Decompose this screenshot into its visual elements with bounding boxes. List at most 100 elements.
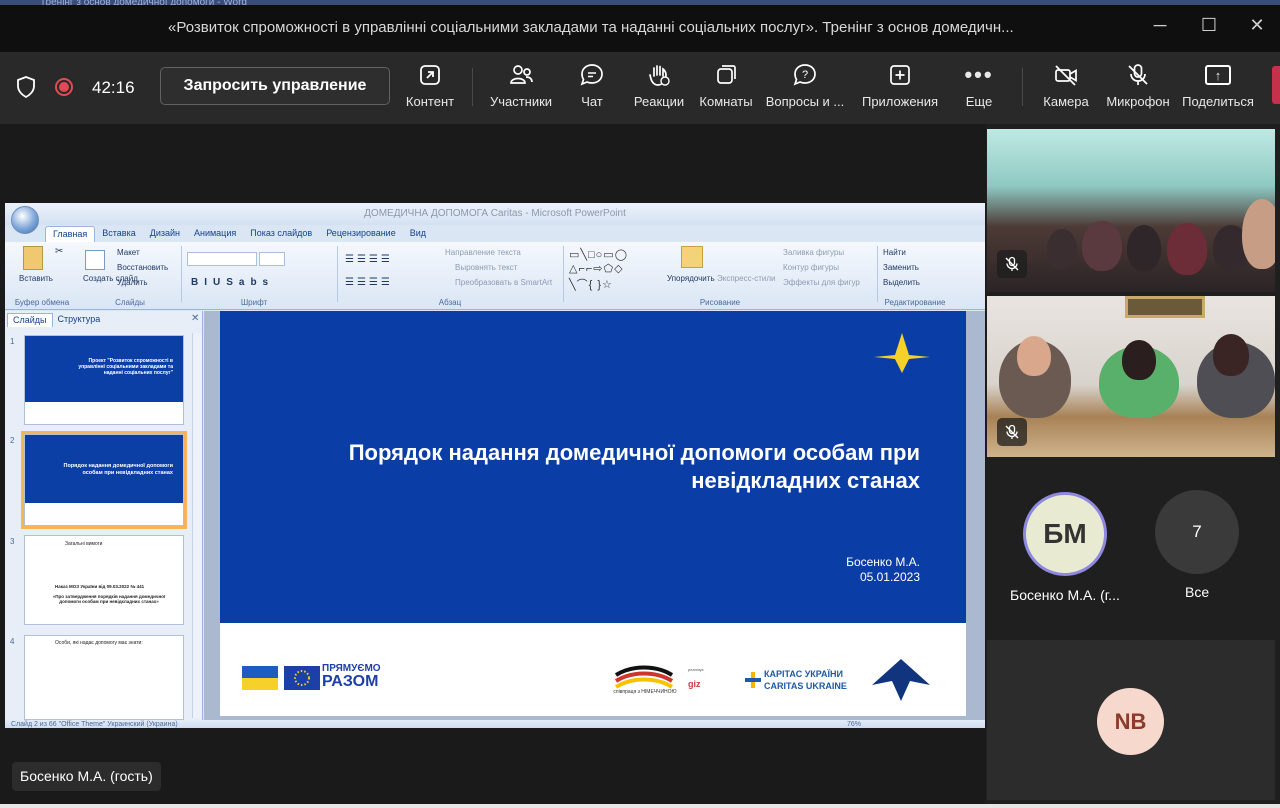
- thumb-number: 2: [10, 436, 15, 445]
- font-size-field[interactable]: [259, 252, 285, 266]
- participant-video-three-women[interactable]: [987, 296, 1275, 457]
- avatar-nb: NB: [1097, 688, 1164, 755]
- slide-thumb-2[interactable]: Порядок надання домедичної допомоги особ…: [21, 431, 187, 529]
- share-screen-icon: ↑: [1205, 65, 1231, 85]
- shape-fill-button[interactable]: Заливка фигуры: [783, 248, 844, 257]
- paragraph-align-icons[interactable]: ☰☰☰☰: [345, 277, 393, 288]
- ribbon-group-label: Слайды: [115, 298, 145, 307]
- toolbar-share[interactable]: ↑ Поделиться: [1182, 62, 1254, 118]
- arrange-label[interactable]: Упорядочить: [667, 274, 715, 283]
- restore-button[interactable]: Восстановить: [117, 263, 168, 272]
- thumb-text: Наказ МОЗ України від 09.03.2022 № 441: [55, 584, 145, 589]
- ribbon-divider: [337, 246, 338, 302]
- panel-close-icon[interactable]: ✕: [191, 313, 199, 324]
- align-text-button[interactable]: Выровнять текст: [455, 263, 517, 272]
- dove-logo-icon: [872, 659, 930, 701]
- slide-thumb-4[interactable]: Особи, які надає допомогу має знати:: [24, 635, 184, 720]
- tab-outline[interactable]: Структура: [53, 313, 106, 327]
- toolbar-content[interactable]: Контент: [404, 62, 456, 118]
- toolbar-label: Участники: [489, 94, 553, 109]
- smartart-button[interactable]: Преобразовать в SmartArt: [455, 278, 552, 287]
- giz-logo: giz: [688, 679, 701, 689]
- panel-tabs: Слайды Структура: [7, 313, 105, 327]
- slide-date: 05.01.2023: [859, 570, 920, 584]
- paragraph-list-icons[interactable]: ☰☰☰☰: [345, 254, 393, 265]
- star-icon: [874, 333, 930, 373]
- ppt-tab[interactable]: Анимация: [187, 226, 243, 242]
- avatar-bm[interactable]: БМ: [1023, 492, 1107, 576]
- shape-outline-button[interactable]: Контур фигуры: [783, 263, 839, 272]
- toolbar-label: Реакции: [633, 94, 685, 109]
- maximize-icon[interactable]: ☐: [1194, 10, 1224, 40]
- toolbar-label: Контент: [405, 94, 455, 109]
- bottom-edge: [0, 804, 1280, 808]
- panel-scrollbar[interactable]: [192, 333, 202, 718]
- ppt-ribbon: Вставить ✂ Создать слайд Макет Восстанов…: [5, 242, 985, 310]
- ppt-tab[interactable]: Главная: [45, 226, 96, 242]
- divider: [472, 68, 473, 106]
- shapes-gallery-icon[interactable]: ╲⌒{ }☆: [569, 276, 613, 292]
- shapes-gallery-icon[interactable]: △⌐⌐⇨⬠◇: [569, 262, 624, 275]
- qa-icon: ?: [793, 64, 816, 86]
- layout-button[interactable]: Макет: [117, 248, 140, 257]
- ppt-tab[interactable]: Дизайн: [143, 226, 187, 242]
- close-icon[interactable]: ✕: [1242, 10, 1272, 40]
- germany-cooperation-logo: [614, 665, 674, 689]
- ppt-title-bar: ДОМЕДИЧНА ДОПОМОГА Caritas - Microsoft P…: [5, 203, 985, 225]
- audience-silhouette: [1242, 199, 1275, 269]
- text-direction-button[interactable]: Направление текста: [445, 248, 521, 257]
- participant-name: Босенко М.А. (г...: [1010, 587, 1120, 603]
- request-control-button[interactable]: Запросить управление: [160, 67, 390, 105]
- font-format-icons[interactable]: BIUSabs: [191, 277, 274, 288]
- thumb-title: Особи, які надає допомогу має знати:: [55, 640, 143, 646]
- toolbar-label: Комнаты: [699, 94, 753, 109]
- caritas-cross-icon: [745, 672, 761, 688]
- new-slide-icon[interactable]: [85, 250, 105, 270]
- ppt-tab[interactable]: Рецензирование: [319, 226, 403, 242]
- mic-off-icon: [1005, 424, 1019, 439]
- find-button[interactable]: Найти: [883, 248, 906, 257]
- arrange-icon[interactable]: [681, 246, 703, 268]
- leave-button-edge[interactable]: [1272, 66, 1280, 104]
- more-participants-label: Все: [1185, 584, 1210, 600]
- tab-slides[interactable]: Слайды: [7, 313, 53, 327]
- toolbar-rooms[interactable]: Комнаты: [697, 62, 755, 118]
- giz-caption: реалізує: [688, 667, 704, 672]
- delete-button[interactable]: Удалить: [117, 278, 148, 287]
- zoom-level[interactable]: 76%: [847, 720, 861, 728]
- toolbar-qa[interactable]: ? Вопросы и ...: [764, 62, 846, 118]
- more-participants-button[interactable]: 7: [1155, 490, 1239, 574]
- ppt-tab[interactable]: Показ слайдов: [243, 226, 319, 242]
- ppt-ribbon-tabs: Главная Вставка Дизайн Анимация Показ сл…: [45, 226, 433, 242]
- slide-thumb-3[interactable]: Загальні вимоги Наказ МОЗ України від 09…: [24, 535, 184, 625]
- toolbar-microphone[interactable]: Микрофон: [1104, 62, 1172, 118]
- paste-icon[interactable]: [23, 246, 43, 270]
- toolbar-apps[interactable]: Приложения: [860, 62, 940, 118]
- presenter-name-tag: Босенко М.А. (гость): [12, 762, 161, 791]
- toolbar-participants[interactable]: Участники: [488, 62, 554, 118]
- toolbar-camera[interactable]: Камера: [1040, 62, 1092, 118]
- shapes-gallery-icon[interactable]: ▭╲□○▭◯: [569, 248, 628, 261]
- audience-silhouette: [1127, 225, 1161, 271]
- shield-icon[interactable]: [16, 76, 36, 98]
- toolbar-chat[interactable]: Чат: [572, 62, 612, 118]
- participant-video-room[interactable]: [987, 129, 1275, 292]
- font-name-field[interactable]: [187, 252, 257, 266]
- quick-styles-label[interactable]: Экспресс-стили: [717, 274, 776, 283]
- mic-off-icon: [1128, 64, 1148, 85]
- select-button[interactable]: Выделить: [883, 278, 920, 287]
- replace-button[interactable]: Заменить: [883, 263, 919, 272]
- minimize-icon[interactable]: ─: [1145, 10, 1175, 40]
- office-button-icon[interactable]: [11, 206, 39, 234]
- shape-effects-button[interactable]: Эффекты для фигур: [783, 278, 860, 287]
- toolbar-reactions[interactable]: Реакции: [630, 62, 688, 118]
- ppt-tab[interactable]: Вставка: [95, 226, 142, 242]
- cut-icon[interactable]: ✂: [55, 246, 63, 257]
- thumb-number: 4: [10, 637, 15, 646]
- toolbar-label: Приложения: [861, 94, 939, 109]
- slide-thumb-1[interactable]: Проект "Розвиток спроможності в управлін…: [24, 335, 184, 425]
- mic-off-icon: [1005, 256, 1019, 271]
- toolbar-more[interactable]: ••• Еще: [960, 62, 998, 118]
- ppt-tab[interactable]: Вид: [403, 226, 433, 242]
- paste-label[interactable]: Вставить: [19, 274, 53, 283]
